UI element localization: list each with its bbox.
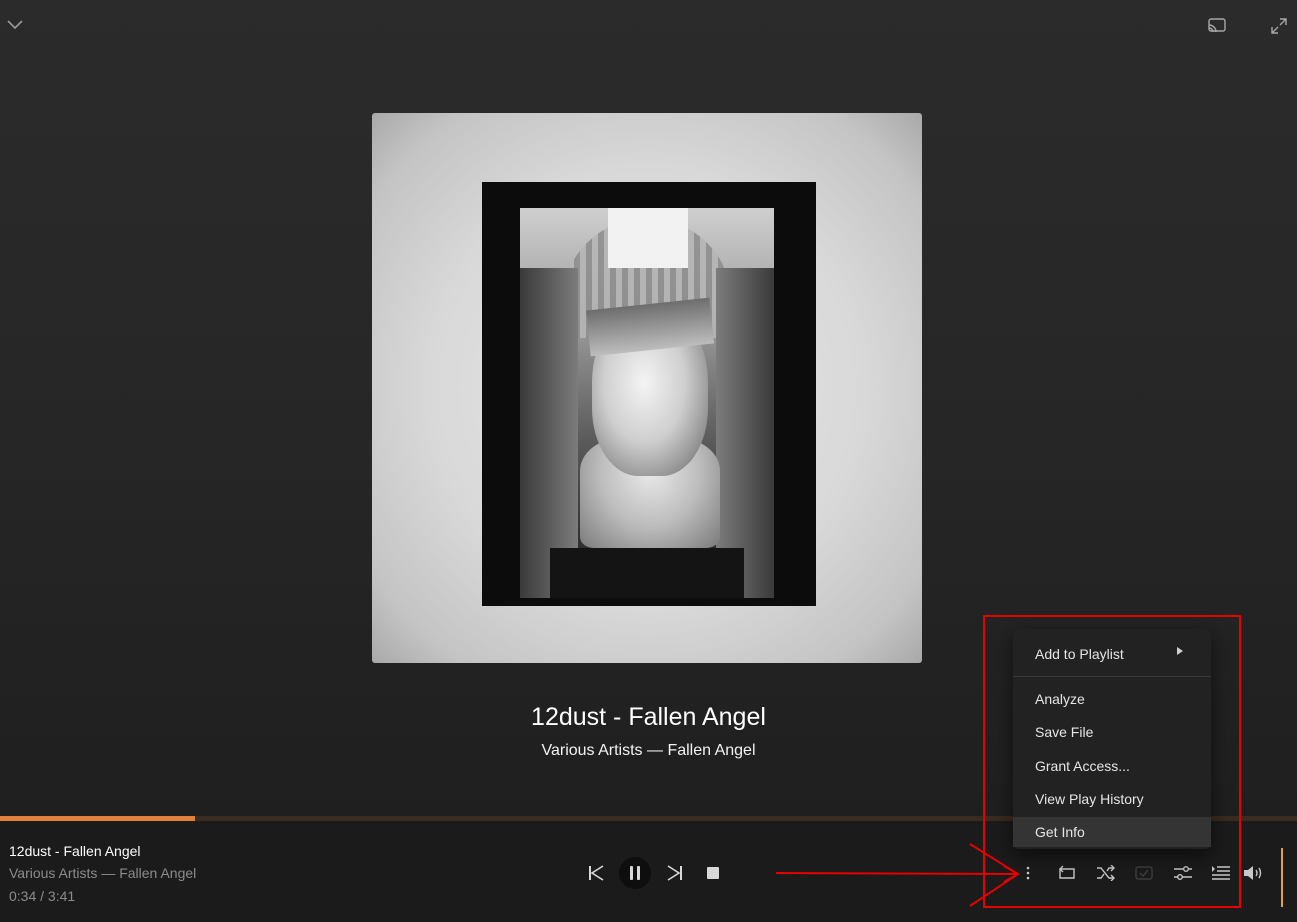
pause-icon (630, 866, 640, 880)
next-icon (667, 865, 682, 881)
annotation-box (983, 615, 1241, 908)
expand-icon (1271, 18, 1287, 34)
album-art-photo (520, 208, 774, 598)
collapse-player-button[interactable] (2, 12, 28, 38)
cast-button[interactable] (1204, 13, 1230, 39)
volume-icon (1244, 866, 1262, 880)
chevron-down-icon (7, 20, 23, 30)
next-button[interactable] (661, 859, 689, 887)
album-art (372, 113, 922, 663)
now-playing-title: 12dust - Fallen Angel (9, 843, 141, 859)
stop-icon (707, 867, 719, 879)
volume-button[interactable] (1242, 861, 1266, 885)
now-playing-subtitle: Various Artists — Fallen Angel (9, 865, 197, 881)
volume-slider[interactable] (1281, 848, 1283, 907)
pause-button[interactable] (619, 857, 651, 889)
playback-time: 0:34 / 3:41 (9, 888, 76, 904)
album-art-frame (482, 182, 816, 606)
previous-icon (589, 865, 604, 881)
cast-icon (1208, 18, 1226, 33)
fullscreen-button[interactable] (1266, 13, 1292, 39)
previous-button[interactable] (582, 859, 610, 887)
stop-button[interactable] (699, 859, 727, 887)
